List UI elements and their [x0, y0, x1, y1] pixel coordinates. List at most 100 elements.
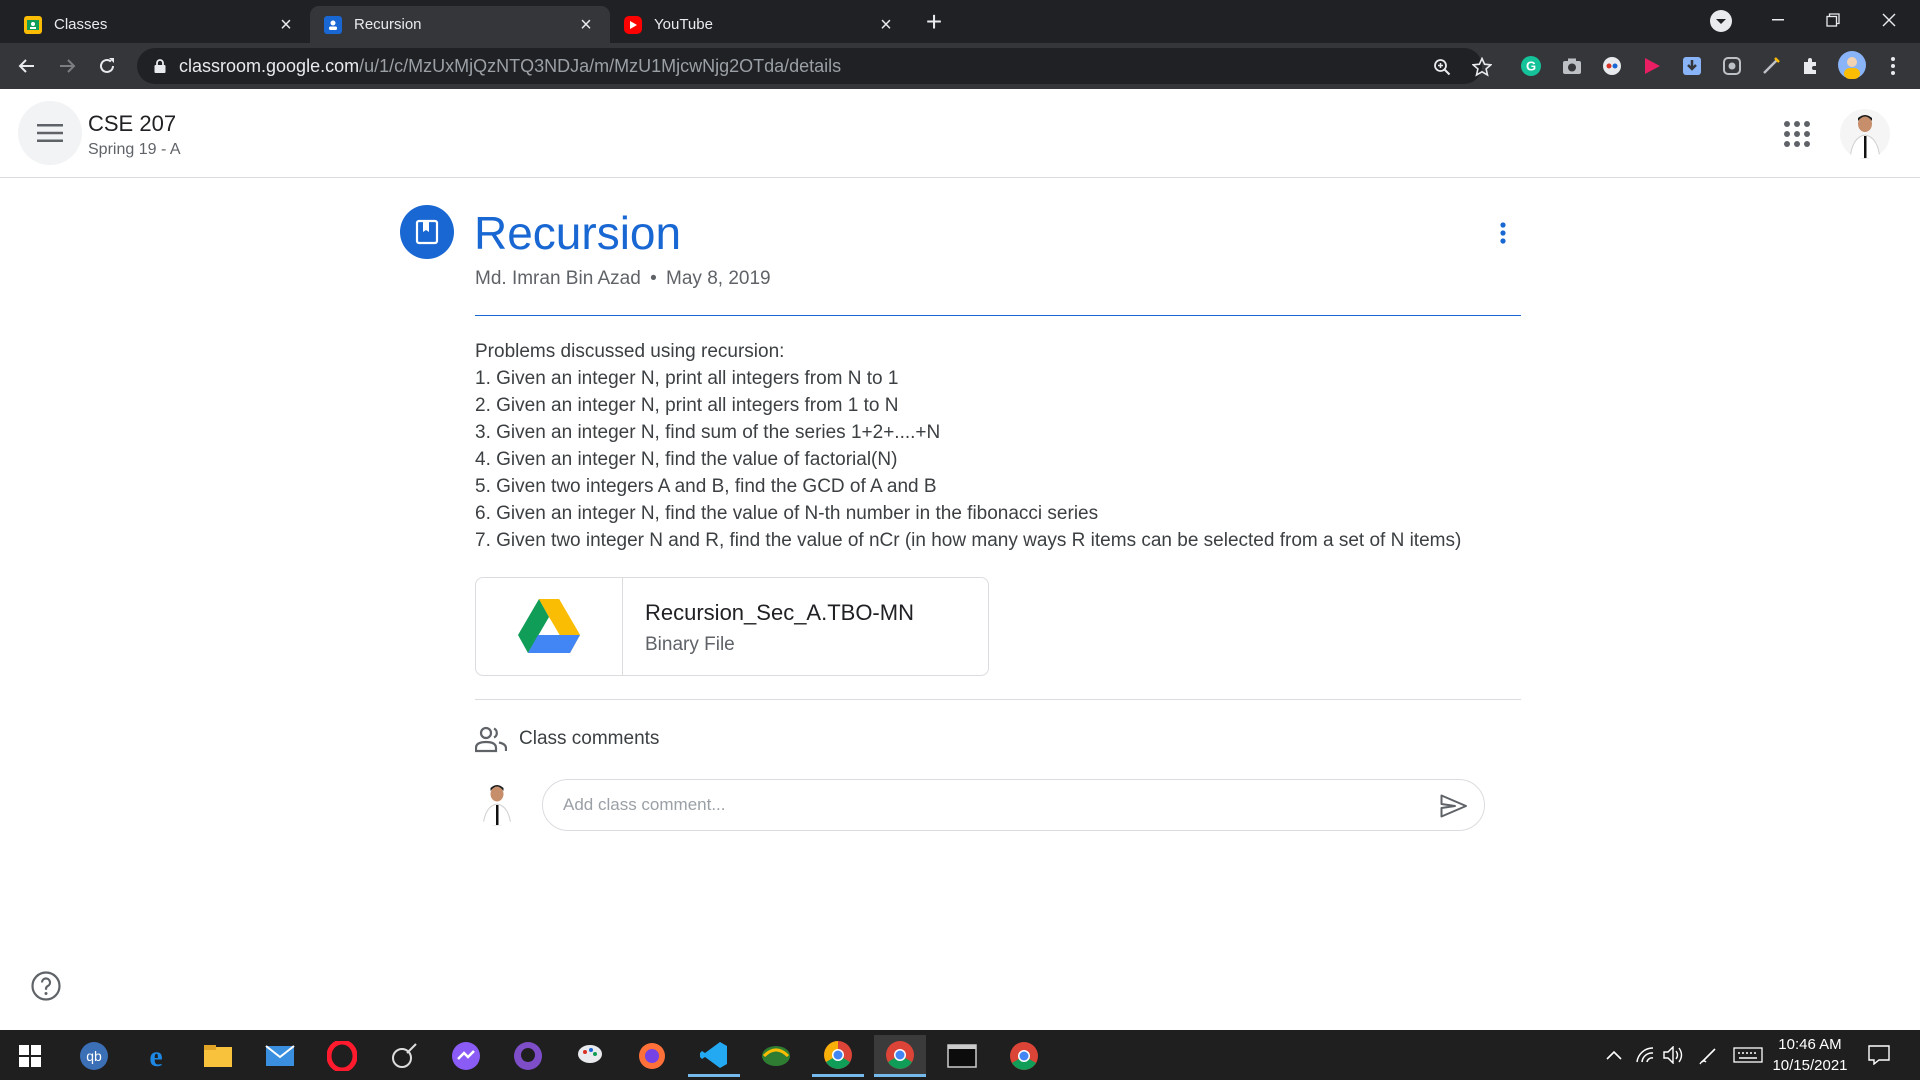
chrome-icon[interactable]: [812, 1035, 864, 1077]
profile-avatar[interactable]: [1838, 51, 1866, 79]
lock-icon: [154, 59, 166, 73]
globe-app-icon[interactable]: [750, 1035, 802, 1077]
author-name: Md. Imran Bin Azad: [475, 268, 641, 289]
arrow-right-icon: [60, 59, 76, 73]
keyboard-icon[interactable]: [1733, 1044, 1763, 1066]
extension-eyes-icon[interactable]: [1601, 55, 1623, 77]
notification-center-icon[interactable]: [1868, 1044, 1890, 1066]
send-comment-button[interactable]: [1438, 790, 1470, 822]
camera-icon[interactable]: [1561, 55, 1583, 77]
browser-tab-strip: Classes × Recursion × YouTube × +: [0, 0, 1920, 43]
bookmark-book-icon: [415, 219, 439, 245]
attachment-type: Binary File: [645, 634, 735, 655]
attachment-name[interactable]: Recursion_Sec_A.TBO-MN: [645, 600, 914, 626]
material-icon: [400, 205, 454, 259]
material-description: Problems discussed using recursion: 1. G…: [475, 338, 1461, 554]
page-title: Recursion: [474, 207, 682, 259]
opera-icon[interactable]: [316, 1035, 368, 1077]
tab-title: YouTube: [654, 16, 713, 33]
send-icon: [1440, 794, 1467, 818]
google-drive-icon: [518, 598, 580, 653]
close-icon[interactable]: ×: [276, 15, 296, 35]
user-avatar: [474, 780, 520, 826]
edge-icon[interactable]: e: [130, 1035, 182, 1077]
tab-recursion[interactable]: Recursion ×: [310, 6, 610, 43]
description-line: 5. Given two integers A and B, find the …: [475, 476, 937, 497]
extensions-puzzle-icon[interactable]: [1800, 55, 1822, 77]
chrome-menu-icon[interactable]: [1882, 55, 1904, 77]
description-line: 1. Given an integer N, print all integer…: [475, 368, 899, 389]
description-line: 2. Given an integer N, print all integer…: [475, 395, 899, 416]
tab-search-icon[interactable]: [1710, 10, 1732, 32]
minimize-button[interactable]: [1755, 0, 1801, 40]
hamburger-menu-icon: [37, 124, 63, 142]
classroom-favicon-icon: [324, 15, 342, 34]
arrow-left-icon: [18, 59, 34, 73]
attachment-thumbnail: [476, 578, 623, 675]
people-icon: [474, 725, 508, 753]
pen-icon[interactable]: [1698, 1044, 1720, 1066]
reload-button[interactable]: [92, 51, 122, 81]
paint-app-icon[interactable]: [564, 1035, 616, 1077]
windows-taskbar: qb e 10:46 AM 10/15/2021: [0, 1030, 1920, 1080]
terminal-icon[interactable]: [936, 1035, 988, 1077]
bookmark-star-icon[interactable]: [1471, 56, 1493, 78]
address-bar[interactable]: classroom.google.com/u/1/c/MzUxMjQzNTQ3N…: [137, 48, 1492, 84]
extension-link-icon[interactable]: [1721, 55, 1743, 77]
browser-toolbar: classroom.google.com/u/1/c/MzUxMjQzNTQ3N…: [0, 43, 1920, 89]
clock-date: 10/15/2021: [1772, 1057, 1848, 1074]
main-menu-button[interactable]: [18, 101, 82, 165]
firefox-icon[interactable]: [626, 1035, 678, 1077]
restore-button[interactable]: [1810, 0, 1856, 40]
account-avatar[interactable]: [1840, 109, 1890, 159]
tab-title: Recursion: [354, 16, 422, 33]
windows-start-icon[interactable]: [4, 1035, 56, 1077]
wifi-icon[interactable]: [1634, 1044, 1656, 1066]
class-comment-input[interactable]: [542, 779, 1485, 831]
extension-pen-icon[interactable]: [1760, 55, 1782, 77]
back-button[interactable]: [12, 51, 42, 81]
url-text: classroom.google.com/u/1/c/MzUxMjQzNTQ3N…: [179, 56, 841, 77]
file-explorer-icon[interactable]: [192, 1035, 244, 1077]
new-tab-button[interactable]: +: [920, 8, 948, 36]
attachment-card[interactable]: Recursion_Sec_A.TBO-MN Binary File: [475, 577, 989, 676]
forward-button[interactable]: [52, 51, 82, 81]
download-extension-icon[interactable]: [1681, 55, 1703, 77]
grammarly-icon[interactable]: G: [1520, 55, 1542, 77]
close-icon[interactable]: ×: [876, 15, 896, 35]
zoom-icon[interactable]: [1431, 56, 1453, 78]
tab-youtube[interactable]: YouTube ×: [610, 6, 910, 43]
title-divider: [475, 315, 1521, 316]
github-icon[interactable]: [502, 1035, 554, 1077]
url-host: classroom.google.com: [179, 55, 360, 76]
google-apps-icon[interactable]: [1782, 119, 1812, 149]
qb-app-icon[interactable]: qb: [68, 1035, 120, 1077]
volume-icon[interactable]: [1663, 1044, 1685, 1066]
tab-classes[interactable]: Classes ×: [10, 6, 310, 43]
mail-icon[interactable]: [254, 1035, 306, 1077]
class-section: Spring 19 - A: [88, 141, 181, 158]
satellite-app-icon[interactable]: [378, 1035, 430, 1077]
svg-text:qb: qb: [86, 1048, 102, 1064]
taskbar-clock[interactable]: 10:46 AM 10/15/2021: [1760, 1034, 1860, 1076]
extension-play-icon[interactable]: [1641, 55, 1663, 77]
class-name[interactable]: CSE 207: [88, 111, 176, 137]
chrome-active-icon[interactable]: [874, 1035, 926, 1077]
close-window-button[interactable]: [1866, 0, 1912, 40]
comments-divider: [475, 699, 1521, 700]
help-icon[interactable]: [30, 970, 62, 1002]
more-options-button[interactable]: [1488, 218, 1518, 248]
messenger-icon[interactable]: [440, 1035, 492, 1077]
reload-icon: [100, 58, 114, 73]
svg-text:G: G: [1526, 59, 1536, 74]
chevron-up-icon[interactable]: [1603, 1044, 1625, 1066]
vscode-icon[interactable]: [688, 1035, 740, 1077]
class-comments-label: Class comments: [519, 728, 660, 749]
post-date: May 8, 2019: [666, 268, 771, 289]
description-line: 7. Given two integer N and R, find the v…: [475, 530, 1462, 551]
chrome-profile-icon[interactable]: [998, 1035, 1050, 1077]
tab-title: Classes: [54, 16, 108, 33]
material-meta: Md. Imran Bin Azad • May 8, 2019: [475, 268, 771, 290]
close-icon[interactable]: ×: [576, 15, 596, 35]
svg-text:e: e: [149, 1041, 162, 1071]
